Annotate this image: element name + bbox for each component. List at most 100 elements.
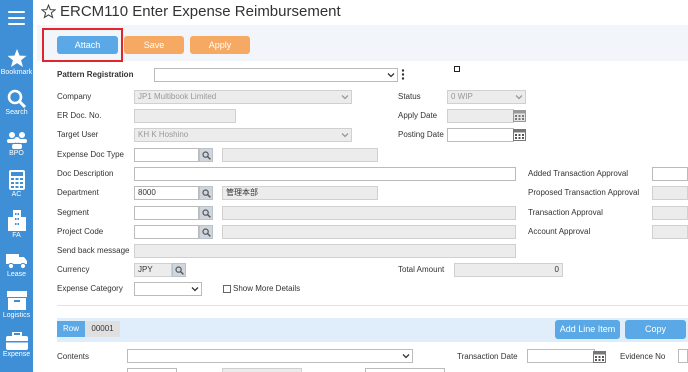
sidebar-item-label: Logistics	[2, 312, 31, 319]
transaction-date-label: Transaction Date	[457, 352, 518, 361]
added-transaction-approval-label: Added Transaction Approval	[528, 169, 629, 178]
chevron-down-icon	[191, 287, 199, 292]
company-select: JP1 Multibook Limited	[134, 90, 352, 104]
expense-doc-type-label: Expense Doc Type	[57, 150, 125, 159]
evidence-no-field[interactable]	[678, 349, 688, 363]
sidebar-item-label: FA	[12, 232, 21, 239]
contents-label: Contents	[57, 352, 90, 361]
copy-button[interactable]: Copy	[625, 320, 686, 339]
status-label: Status	[398, 92, 421, 101]
page-title: ERCM110 Enter Expense Reimbursement	[60, 3, 341, 20]
search-icon	[202, 209, 211, 218]
briefcase-icon	[5, 332, 28, 350]
target-user-label: Target User	[57, 130, 99, 139]
doc-description-label: Doc Description	[57, 169, 114, 178]
bookmark-star-icon[interactable]	[41, 4, 56, 19]
evidence-no-label: Evidence No	[620, 352, 666, 361]
apply-date-field	[447, 109, 514, 123]
sidebar-item-expense[interactable]: Expense	[0, 332, 33, 358]
status-select: 0 WIP	[447, 90, 526, 104]
calendar-icon[interactable]	[513, 128, 526, 141]
more-options-icon[interactable]	[401, 69, 405, 80]
sidebar-item-label: AC	[11, 191, 22, 198]
proposed-transaction-approval-field	[652, 186, 688, 200]
next-row-field	[222, 368, 302, 372]
attach-button[interactable]: Attach	[57, 36, 118, 54]
add-line-item-button[interactable]: Add Line Item	[555, 320, 620, 339]
menu-icon[interactable]	[8, 11, 25, 25]
sidebar-item-label: BPO	[9, 150, 24, 157]
segment-label: Segment	[57, 208, 90, 217]
segment-field[interactable]	[134, 206, 199, 220]
proposed-transaction-approval-label: Proposed Transaction Approval	[528, 188, 640, 197]
doc-description-field[interactable]	[134, 167, 516, 181]
transaction-date-field[interactable]	[527, 349, 595, 363]
expense-doc-type-field[interactable]	[134, 148, 199, 162]
sidebar-item-logistics[interactable]: Logistics	[0, 291, 33, 319]
expense-doc-type-search-button[interactable]	[199, 148, 213, 162]
posting-date-field[interactable]	[447, 128, 514, 142]
next-row-field[interactable]	[365, 368, 445, 372]
account-approval-field	[652, 225, 688, 239]
search-icon	[202, 189, 211, 198]
search-icon	[202, 228, 211, 237]
send-back-message-field	[134, 244, 516, 258]
added-transaction-approval-field[interactable]	[652, 167, 688, 181]
department-search-button[interactable]	[199, 186, 213, 200]
sidebar-item-label: Search	[5, 109, 28, 116]
expense-category-label: Expense Category	[57, 284, 123, 293]
sidebar-item-bpo[interactable]: BPO	[0, 131, 33, 157]
show-more-details-label: Show More Details	[233, 284, 301, 293]
save-button[interactable]: Save	[124, 36, 184, 54]
company-label: Company	[57, 92, 92, 101]
project-code-search-button[interactable]	[199, 225, 213, 239]
expense-category-select[interactable]	[134, 282, 202, 296]
er-doc-no-label: ER Doc. No.	[57, 111, 102, 120]
apply-date-label: Apply Date	[398, 111, 438, 120]
sidebar-item-label: Bookmark	[0, 69, 33, 76]
sidebar-item-ac[interactable]: AC	[0, 170, 33, 198]
project-code-field[interactable]	[134, 225, 199, 239]
currency-field: JPY	[134, 263, 172, 277]
sidebar-item-fa[interactable]: FA	[0, 210, 33, 239]
er-doc-no-field	[134, 109, 236, 123]
boxes-icon	[6, 291, 27, 310]
project-code-label: Project Code	[57, 227, 104, 236]
chevron-down-icon	[341, 133, 349, 138]
calendar-icon[interactable]	[593, 350, 606, 363]
next-row-field[interactable]	[127, 368, 177, 372]
row-number: 00001	[85, 321, 120, 337]
department-label: Department	[57, 188, 99, 197]
sidebar-item-label: Lease	[6, 271, 27, 278]
truck-icon	[5, 254, 27, 270]
total-amount-field: 0	[454, 263, 563, 277]
row-tag: Row	[57, 321, 85, 337]
building-icon	[7, 210, 26, 231]
pattern-registration-label: Pattern Registration	[57, 70, 134, 79]
sidebar-item-lease[interactable]: Lease	[0, 252, 33, 278]
show-more-details-checkbox[interactable]	[223, 285, 231, 293]
segment-search-button[interactable]	[199, 206, 213, 220]
calculator-icon	[8, 170, 25, 190]
chevron-down-icon	[515, 95, 523, 100]
calendar-icon	[513, 110, 526, 122]
pattern-registration-select[interactable]	[154, 68, 398, 82]
small-checkbox-icon[interactable]	[454, 66, 460, 72]
currency-search-button	[172, 263, 186, 277]
search-icon	[7, 89, 26, 108]
chevron-down-icon	[387, 73, 395, 78]
account-approval-label: Account Approval	[528, 227, 591, 236]
star-icon	[7, 49, 26, 67]
apply-button[interactable]: Apply	[190, 36, 250, 54]
contents-select[interactable]	[127, 349, 413, 363]
send-back-message-label: Send back message	[57, 246, 130, 255]
posting-date-label: Posting Date	[398, 130, 444, 139]
project-code-name	[222, 225, 516, 239]
chevron-down-icon	[341, 95, 349, 100]
sidebar-item-search[interactable]: Search	[0, 89, 33, 116]
department-name: 管理本部	[222, 186, 378, 200]
search-icon	[202, 151, 211, 160]
total-amount-label: Total Amount	[398, 265, 445, 274]
department-field[interactable]: 8000	[134, 186, 199, 200]
sidebar-item-bookmark[interactable]: Bookmark	[0, 49, 33, 76]
